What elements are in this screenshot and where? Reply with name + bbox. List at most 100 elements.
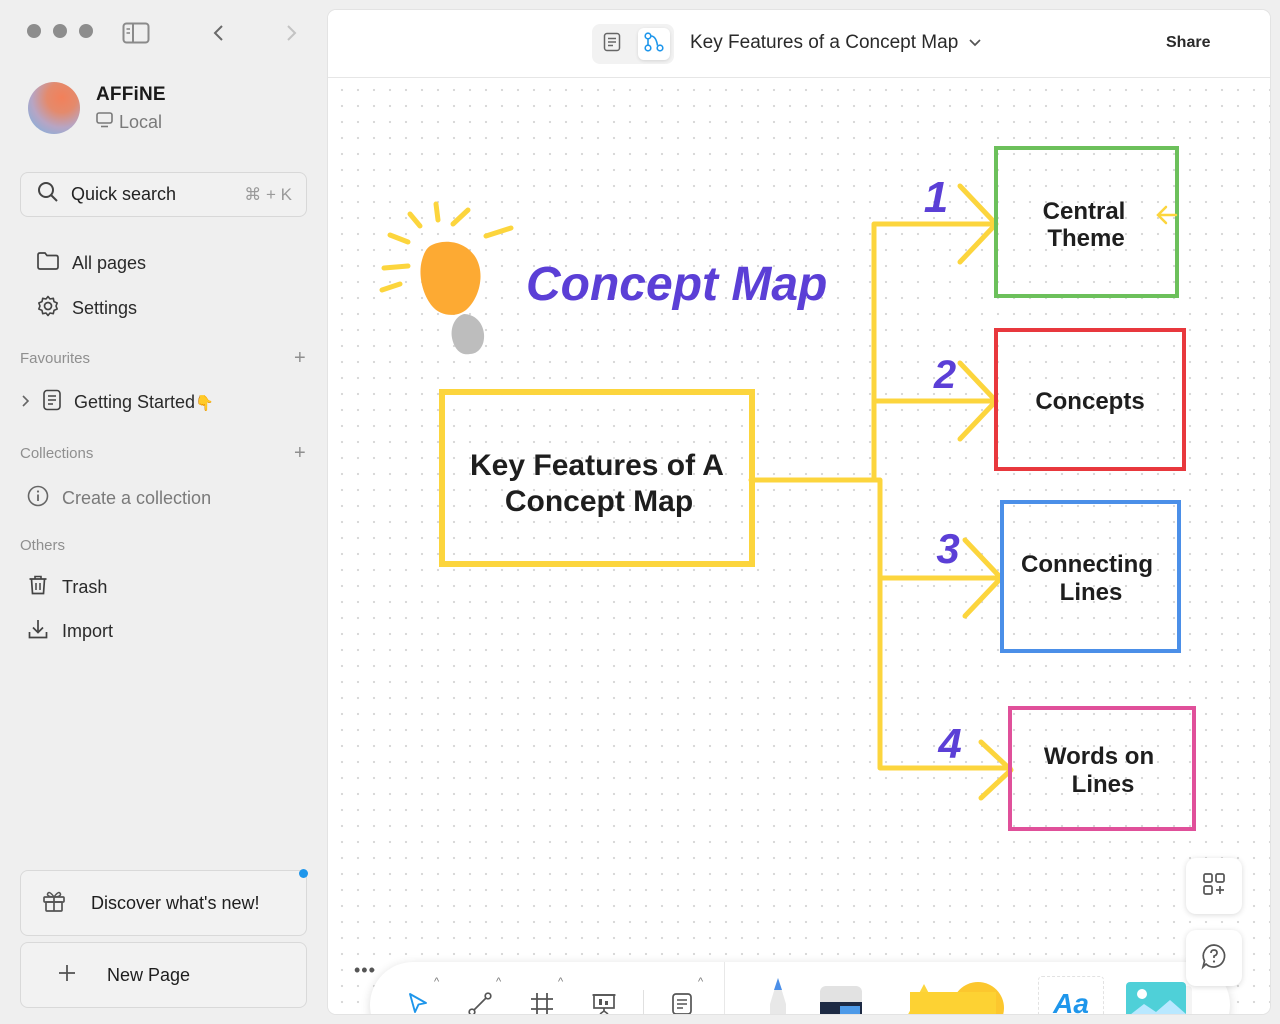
edgeless-mode-icon xyxy=(643,31,665,58)
download-icon xyxy=(26,617,50,646)
branch-3-line-1: Connecting xyxy=(1021,551,1153,578)
favourite-item-label: Getting Started xyxy=(74,392,196,412)
back-arrow-icon[interactable] xyxy=(212,24,226,47)
workspace-type: Local xyxy=(119,111,163,132)
workspace-name: AFFiNE xyxy=(96,83,166,105)
share-button[interactable]: Share xyxy=(1166,34,1210,52)
nav-settings[interactable]: Settings xyxy=(36,294,137,323)
branch-3-line-2: Lines xyxy=(1060,579,1123,606)
notification-dot xyxy=(299,869,308,878)
forward-arrow-icon[interactable] xyxy=(284,24,298,47)
window-minimize-button[interactable] xyxy=(53,24,67,38)
add-collection-button[interactable]: + xyxy=(294,443,306,463)
connector-icon xyxy=(467,991,493,1014)
note-tool-button[interactable] xyxy=(662,986,702,1014)
branch-number-1: 1 xyxy=(924,173,948,222)
editor-mode-switch xyxy=(592,24,674,64)
document-title[interactable]: Key Features of a Concept Map xyxy=(690,32,982,54)
info-icon xyxy=(26,484,50,513)
frame-icon xyxy=(529,991,555,1014)
image-tool-button[interactable] xyxy=(1126,978,1196,1014)
main-box-line-1: Key Features of A xyxy=(470,449,724,482)
document-title-text: Key Features of a Concept Map xyxy=(690,32,959,53)
nav-trash-label: Trash xyxy=(62,577,108,597)
workspace-switcher[interactable]: AFFiNE Local xyxy=(28,82,166,134)
sidebar: AFFiNE Local Quick search ⌘ + K All page… xyxy=(0,0,328,1024)
more-options-icon[interactable]: ••• xyxy=(354,960,376,981)
select-tool-button[interactable] xyxy=(398,986,438,1014)
nav-trash[interactable]: Trash xyxy=(26,573,107,602)
edgeless-mode-button[interactable] xyxy=(638,28,670,60)
gear-icon xyxy=(36,294,60,323)
connector-tool-button[interactable] xyxy=(460,986,500,1014)
small-arrow-icon xyxy=(1156,205,1178,225)
chevron-right-icon[interactable] xyxy=(20,392,30,413)
folder-icon xyxy=(36,251,60,276)
frame-tool-button[interactable] xyxy=(522,986,562,1014)
discover-label: Discover what's new! xyxy=(91,892,260,913)
chevron-down-icon[interactable] xyxy=(968,32,982,54)
nav-settings-label: Settings xyxy=(72,298,138,318)
main-editor: Key Features of a Concept Map Share Conc… xyxy=(328,10,1270,1014)
concept-map-heading[interactable]: Concept Map xyxy=(526,258,827,311)
page-icon xyxy=(42,389,62,416)
help-icon xyxy=(1200,942,1228,975)
branch-1-line-2: Theme xyxy=(1047,225,1124,252)
search-label: Quick search xyxy=(71,184,177,204)
edgeless-canvas[interactable]: Concept Map Key Features of A Concept Ma… xyxy=(328,78,1270,1014)
text-tool-button[interactable]: Aa xyxy=(1038,976,1104,1014)
presentation-icon xyxy=(591,991,617,1014)
frame-tool-caret[interactable]: ^ xyxy=(558,976,563,988)
nav-all-pages-label: All pages xyxy=(72,253,147,273)
sidebar-toggle-icon[interactable] xyxy=(122,22,150,49)
help-button[interactable] xyxy=(1186,930,1242,986)
toolbar-divider-2 xyxy=(724,962,725,1014)
new-page-button[interactable]: New Page xyxy=(20,942,307,1008)
lightbulb-illustration[interactable] xyxy=(379,201,514,355)
nav-import[interactable]: Import xyxy=(26,617,113,646)
edgeless-toolbar: ^ ^ ^ ^ Aa xyxy=(370,962,1230,1014)
grid-add-icon xyxy=(1201,871,1227,902)
gift-icon xyxy=(41,888,67,919)
collections-label: Collections xyxy=(20,445,94,462)
pen-tool-button[interactable] xyxy=(764,976,792,1014)
create-collection-label: Create a collection xyxy=(62,488,212,508)
branch-number-4: 4 xyxy=(937,720,961,767)
favourites-label: Favourites xyxy=(20,350,91,367)
branch-4-line-1: Words on xyxy=(1044,743,1154,770)
favourite-item-getting-started[interactable]: Getting Started 👇 xyxy=(20,389,214,416)
page-mode-icon xyxy=(603,32,621,57)
eraser-tool-button[interactable] xyxy=(818,984,864,1014)
editor-header: Key Features of a Concept Map Share xyxy=(328,10,1270,78)
connector-tool-caret[interactable]: ^ xyxy=(496,976,501,988)
presentation-tool-button[interactable] xyxy=(584,986,624,1014)
branch-4-line-2: Lines xyxy=(1072,771,1135,798)
create-collection-button[interactable]: Create a collection xyxy=(26,484,211,513)
window-close-button[interactable] xyxy=(27,24,41,38)
select-tool-caret[interactable]: ^ xyxy=(434,976,439,988)
toolbar-divider xyxy=(643,990,644,1014)
add-favourite-button[interactable]: + xyxy=(294,348,306,368)
branch-2-line-1: Concepts xyxy=(1035,388,1144,415)
note-tool-caret[interactable]: ^ xyxy=(698,976,703,988)
grid-view-button[interactable] xyxy=(1186,858,1242,914)
trash-icon xyxy=(26,573,50,602)
page-mode-button[interactable] xyxy=(596,28,628,60)
pointing-down-emoji: 👇 xyxy=(195,394,214,412)
note-icon xyxy=(671,992,693,1014)
branch-1-line-1: Central xyxy=(1043,198,1126,225)
discover-whats-new-button[interactable]: Discover what's new! xyxy=(20,870,307,936)
shape-tool-button[interactable] xyxy=(898,982,1008,1014)
new-page-label: New Page xyxy=(107,964,191,985)
computer-icon xyxy=(96,111,113,133)
search-shortcut: ⌘ + K xyxy=(244,184,292,204)
text-tool-label: Aa xyxy=(1053,988,1089,1014)
plus-icon xyxy=(57,963,77,988)
workspace-avatar xyxy=(28,82,80,134)
quick-search-button[interactable]: Quick search ⌘ + K xyxy=(20,172,307,217)
nav-import-label: Import xyxy=(62,621,114,641)
cursor-pointer-icon xyxy=(405,991,431,1015)
branch-number-3: 3 xyxy=(936,525,959,572)
window-maximize-button[interactable] xyxy=(79,24,93,38)
nav-all-pages[interactable]: All pages xyxy=(36,251,146,276)
